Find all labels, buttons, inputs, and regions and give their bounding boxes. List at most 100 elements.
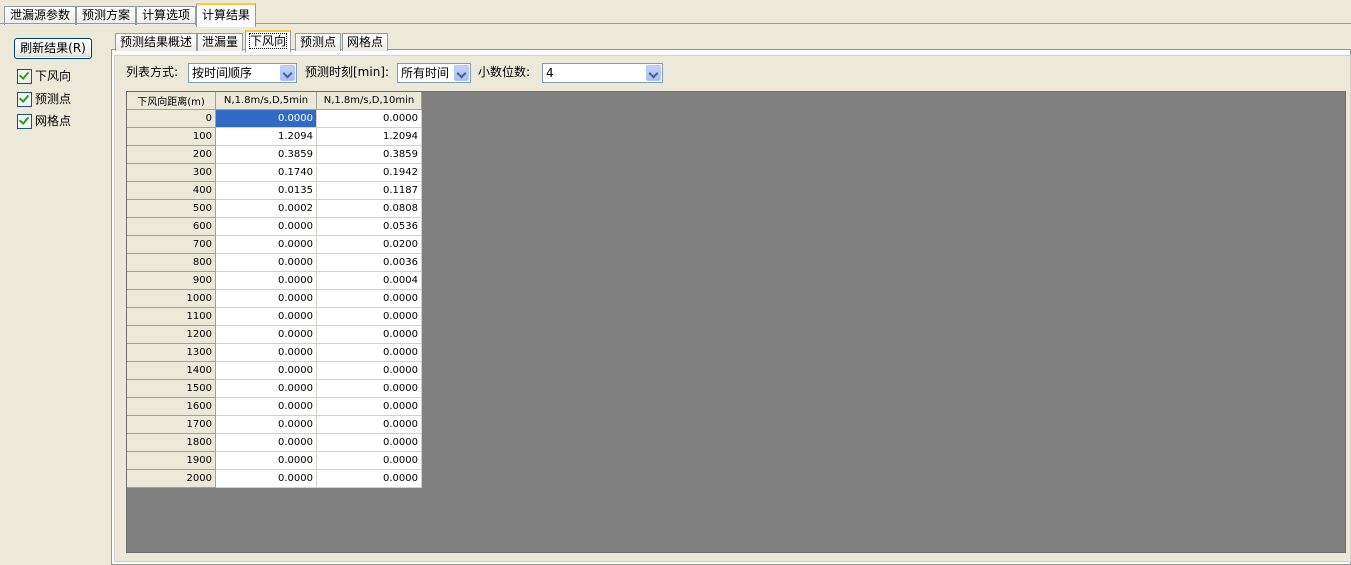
checkbox-grid-points-box[interactable] (17, 114, 32, 129)
column-header-distance[interactable]: 下风向距离(m) (127, 92, 216, 110)
table-row[interactable]: 1200 0.0000 0.0000 (127, 325, 422, 344)
row-header-distance[interactable]: 100 (127, 127, 216, 146)
cell-5min[interactable]: 0.3859 (215, 145, 317, 164)
row-header-distance[interactable]: 800 (127, 253, 216, 272)
chevron-down-icon[interactable] (454, 65, 469, 81)
table-row[interactable]: 800 0.0000 0.0036 (127, 253, 422, 272)
cell-10min[interactable]: 0.0536 (316, 217, 422, 236)
cell-5min[interactable]: 0.0000 (215, 415, 317, 434)
row-header-distance[interactable]: 400 (127, 181, 216, 200)
cell-10min[interactable]: 0.0000 (316, 469, 422, 488)
row-header-distance[interactable]: 700 (127, 235, 216, 254)
table-row[interactable]: 1600 0.0000 0.0000 (127, 397, 422, 416)
cell-5min[interactable]: 0.0000 (215, 451, 317, 470)
cell-5min[interactable]: 0.0135 (215, 181, 317, 200)
table-row[interactable]: 400 0.0135 0.1187 (127, 181, 422, 200)
row-header-distance[interactable]: 600 (127, 217, 216, 236)
inner-tab-downwind[interactable]: 下风向 (245, 30, 292, 52)
cell-5min[interactable]: 0.1740 (215, 163, 317, 182)
cell-5min[interactable]: 1.2094 (215, 127, 317, 146)
table-row[interactable]: 100 1.2094 1.2094 (127, 127, 422, 146)
table-row[interactable]: 1400 0.0000 0.0000 (127, 361, 422, 380)
table-row[interactable]: 1100 0.0000 0.0000 (127, 307, 422, 326)
cell-10min[interactable]: 0.1187 (316, 181, 422, 200)
column-header-5min[interactable]: N,1.8m/s,D,5min (215, 92, 317, 110)
row-header-distance[interactable]: 300 (127, 163, 216, 182)
chevron-down-icon[interactable] (280, 65, 295, 81)
row-header-distance[interactable]: 200 (127, 145, 216, 164)
refresh-results-button[interactable]: 刷新结果(R) (14, 38, 92, 59)
cell-5min[interactable]: 0.0000 (215, 343, 317, 362)
cell-10min[interactable]: 1.2094 (316, 127, 422, 146)
row-header-distance[interactable]: 1300 (127, 343, 216, 362)
cell-10min[interactable]: 0.0000 (316, 415, 422, 434)
cell-10min[interactable]: 0.0808 (316, 199, 422, 218)
row-header-distance[interactable]: 900 (127, 271, 216, 290)
cell-5min[interactable]: 0.0000 (215, 235, 317, 254)
row-header-distance[interactable]: 1900 (127, 451, 216, 470)
cell-10min[interactable]: 0.0000 (316, 289, 422, 308)
cell-5min[interactable]: 0.0002 (215, 199, 317, 218)
results-grid[interactable]: 下风向距离(m) N,1.8m/s,D,5min N,1.8m/s,D,10mi… (127, 92, 422, 488)
row-header-distance[interactable]: 500 (127, 199, 216, 218)
cell-5min[interactable]: 0.0000 (215, 253, 317, 272)
cell-10min[interactable]: 0.0000 (316, 451, 422, 470)
cell-5min[interactable]: 0.0000 (215, 379, 317, 398)
table-row[interactable]: 1300 0.0000 0.0000 (127, 343, 422, 362)
row-header-distance[interactable]: 1100 (127, 307, 216, 326)
row-header-distance[interactable]: 1400 (127, 361, 216, 380)
chevron-down-icon[interactable] (646, 65, 661, 81)
cell-5min[interactable]: 0.0000 (215, 109, 317, 128)
table-row[interactable]: 1000 0.0000 0.0000 (127, 289, 422, 308)
cell-10min[interactable]: 0.3859 (316, 145, 422, 164)
time-select[interactable]: 所有时间 (397, 63, 471, 83)
cell-5min[interactable]: 0.0000 (215, 217, 317, 236)
table-row[interactable]: 1500 0.0000 0.0000 (127, 379, 422, 398)
table-row[interactable]: 500 0.0002 0.0808 (127, 199, 422, 218)
cell-10min[interactable]: 0.0000 (316, 325, 422, 344)
table-row[interactable]: 900 0.0000 0.0004 (127, 271, 422, 290)
cell-10min[interactable]: 0.0000 (316, 433, 422, 452)
inner-tab-grid-points[interactable]: 网格点 (342, 33, 389, 51)
table-row[interactable]: 300 0.1740 0.1942 (127, 163, 422, 182)
row-header-distance[interactable]: 1700 (127, 415, 216, 434)
cell-10min[interactable]: 0.0200 (316, 235, 422, 254)
cell-10min[interactable]: 0.0000 (316, 343, 422, 362)
checkbox-prediction-points-box[interactable] (17, 92, 32, 107)
cell-10min[interactable]: 0.0000 (316, 307, 422, 326)
row-header-distance[interactable]: 0 (127, 109, 216, 128)
row-header-distance[interactable]: 2000 (127, 469, 216, 488)
table-row[interactable]: 0 0.0000 0.0000 (127, 109, 422, 128)
table-row[interactable]: 2000 0.0000 0.0000 (127, 469, 422, 488)
inner-tab-prediction-points[interactable]: 预测点 (295, 33, 342, 51)
column-header-10min[interactable]: N,1.8m/s,D,10min (316, 92, 422, 110)
table-row[interactable]: 1900 0.0000 0.0000 (127, 451, 422, 470)
table-row[interactable]: 200 0.3859 0.3859 (127, 145, 422, 164)
row-header-distance[interactable]: 1800 (127, 433, 216, 452)
decimals-select[interactable]: 4 (542, 63, 663, 83)
cell-10min[interactable]: 0.0000 (316, 109, 422, 128)
table-row[interactable]: 600 0.0000 0.0536 (127, 217, 422, 236)
cell-5min[interactable]: 0.0000 (215, 433, 317, 452)
cell-10min[interactable]: 0.1942 (316, 163, 422, 182)
row-header-distance[interactable]: 1000 (127, 289, 216, 308)
table-row[interactable]: 1800 0.0000 0.0000 (127, 433, 422, 452)
cell-10min[interactable]: 0.0004 (316, 271, 422, 290)
cell-10min[interactable]: 0.0000 (316, 361, 422, 380)
cell-5min[interactable]: 0.0000 (215, 361, 317, 380)
cell-5min[interactable]: 0.0000 (215, 307, 317, 326)
row-header-distance[interactable]: 1200 (127, 325, 216, 344)
cell-10min[interactable]: 0.0000 (316, 397, 422, 416)
cell-10min[interactable]: 0.0036 (316, 253, 422, 272)
cell-5min[interactable]: 0.0000 (215, 397, 317, 416)
cell-10min[interactable]: 0.0000 (316, 379, 422, 398)
cell-5min[interactable]: 0.0000 (215, 289, 317, 308)
list-mode-select[interactable]: 按时间顺序 (188, 63, 297, 83)
table-row[interactable]: 1700 0.0000 0.0000 (127, 415, 422, 434)
row-header-distance[interactable]: 1500 (127, 379, 216, 398)
table-row[interactable]: 700 0.0000 0.0200 (127, 235, 422, 254)
tab-calc-results[interactable]: 计算结果 (196, 3, 257, 27)
row-header-distance[interactable]: 1600 (127, 397, 216, 416)
cell-5min[interactable]: 0.0000 (215, 325, 317, 344)
inner-tab-summary[interactable]: 预测结果概述 (115, 33, 198, 51)
